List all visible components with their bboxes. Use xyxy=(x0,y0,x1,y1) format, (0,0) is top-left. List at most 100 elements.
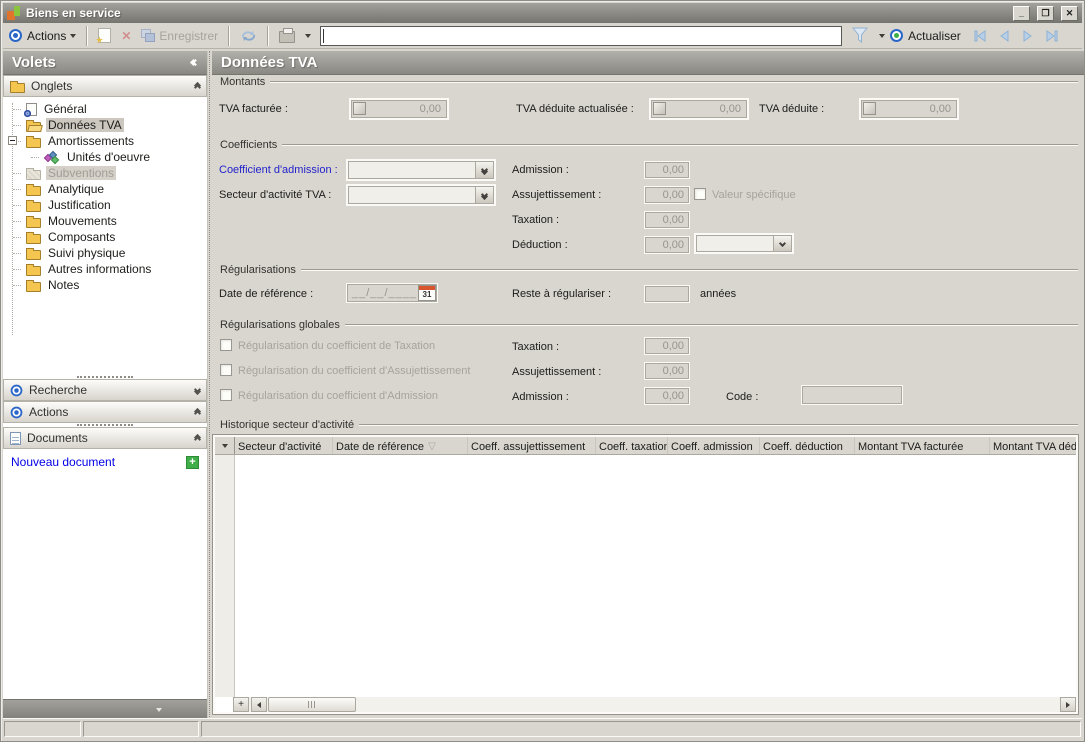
close-button[interactable]: ✕ xyxy=(1061,6,1078,21)
print-dropdown-button[interactable] xyxy=(300,32,316,40)
deduction-combobox[interactable] xyxy=(694,233,794,254)
triangle-right-icon xyxy=(1066,702,1070,708)
scrollbar-thumb[interactable] xyxy=(268,697,356,712)
print-button[interactable] xyxy=(274,26,300,45)
nouveau-document-link[interactable]: Nouveau document xyxy=(11,455,186,469)
sidebar-item-notes[interactable]: Notes xyxy=(3,277,207,293)
globales-taxation-field[interactable]: 0,00 xyxy=(644,337,690,355)
delete-button[interactable]: ✕ xyxy=(116,27,136,45)
actions-menu-button[interactable]: Actions xyxy=(22,27,81,45)
filter-dropdown-button[interactable] xyxy=(874,32,890,40)
coefficient-admission-link[interactable]: Coefficient d'admission : xyxy=(219,164,338,176)
actualiser-button[interactable]: Actualiser xyxy=(903,27,966,45)
nav-previous-button[interactable] xyxy=(994,27,1014,45)
tree-collapse-toggle[interactable] xyxy=(8,136,17,145)
column-header[interactable]: Secteur d'activité xyxy=(235,437,333,454)
amount-button-icon[interactable] xyxy=(863,102,876,115)
recherche-section-header[interactable]: Recherche xyxy=(3,379,207,401)
date-reference-field[interactable]: __/__/____ 31 xyxy=(346,283,438,303)
sidebar-item-general[interactable]: Général xyxy=(3,101,207,117)
regularisation-admission-checkbox[interactable] xyxy=(220,389,232,401)
sidebar-item-composants[interactable]: Composants xyxy=(3,229,207,245)
tree-item-label: Unités d'oeuvre xyxy=(65,150,152,164)
calendar-icon[interactable]: 31 xyxy=(418,285,436,301)
globales-taxation-value: 0,00 xyxy=(645,338,689,354)
globales-taxation-label: Taxation : xyxy=(512,341,559,353)
save-button[interactable]: Enregistrer xyxy=(136,27,223,45)
regularisation-assujettissement-checkbox[interactable] xyxy=(220,364,232,376)
collapse-sidebar-button[interactable] xyxy=(191,60,198,65)
coefficient-admission-combobox[interactable] xyxy=(346,159,496,181)
column-header[interactable]: Coeff. taxation xyxy=(596,437,668,454)
combobox-value xyxy=(349,187,475,203)
nav-next-button[interactable] xyxy=(1018,27,1038,45)
new-document-button[interactable] xyxy=(93,26,116,45)
scroll-left-button[interactable] xyxy=(251,697,267,712)
code-field[interactable] xyxy=(801,385,903,405)
sidebar-bottom-bar[interactable] xyxy=(3,699,207,719)
sidebar-item-subventions[interactable]: Subventions xyxy=(3,165,207,181)
chevron-up-icon xyxy=(195,409,200,416)
valeur-specifique-checkbox[interactable] xyxy=(694,188,706,200)
globales-admission-field[interactable]: 0,00 xyxy=(644,387,690,405)
chevron-down-icon xyxy=(156,708,162,712)
grid-indicator-button[interactable] xyxy=(215,437,235,454)
scrollbar-track[interactable] xyxy=(356,697,1060,712)
deduction-field[interactable]: 0,00 xyxy=(644,236,690,254)
onglets-tree: Général Données TVA Amortissements Unité… xyxy=(3,97,207,375)
sidebar-item-autres-informations[interactable]: Autres informations xyxy=(3,261,207,277)
nav-last-button[interactable] xyxy=(1042,27,1062,45)
sidebar-item-unites-doeuvre[interactable]: Unités d'oeuvre xyxy=(3,149,207,165)
tva-deduite-field[interactable]: 0,00 xyxy=(859,98,959,120)
coefficients-group-legend: Coefficients xyxy=(220,139,1078,151)
column-label: Coeff. assujettissement xyxy=(471,441,585,453)
combobox-dropdown-button[interactable] xyxy=(475,162,493,178)
column-header[interactable]: Coeff. admission xyxy=(668,437,760,454)
reste-a-regulariser-field[interactable] xyxy=(644,285,690,303)
add-document-button[interactable]: + xyxy=(186,456,199,469)
search-input[interactable] xyxy=(320,26,842,46)
application-window: Biens en service _ ❐ ✕ Actions ✕ Enregis… xyxy=(0,0,1085,742)
amount-button-icon[interactable] xyxy=(353,102,366,115)
sidebar-item-amortissements[interactable]: Amortissements xyxy=(3,133,207,149)
amount-button-icon[interactable] xyxy=(653,102,666,115)
assujettissement-field[interactable]: 0,00 xyxy=(644,186,690,204)
documents-section-header[interactable]: Documents xyxy=(3,427,207,449)
filter-button[interactable] xyxy=(846,25,874,46)
sidebar-item-justification[interactable]: Justification xyxy=(3,197,207,213)
column-header[interactable]: Coeff. assujettissement xyxy=(468,437,596,454)
column-header[interactable]: Montant TVA déd xyxy=(990,437,1076,454)
minimize-button[interactable]: _ xyxy=(1013,6,1030,21)
column-header[interactable]: Montant TVA facturée xyxy=(855,437,990,454)
sidebar-item-analytique[interactable]: Analytique xyxy=(3,181,207,197)
combobox-dropdown-button[interactable] xyxy=(475,187,493,203)
column-header[interactable]: Date de référence ▽ xyxy=(333,437,468,454)
refresh-button[interactable] xyxy=(235,27,262,45)
onglets-label: Onglets xyxy=(31,79,72,93)
sidebar-item-mouvements[interactable]: Mouvements xyxy=(3,213,207,229)
actions-section-header[interactable]: Actions xyxy=(3,401,207,423)
onglets-section-header[interactable]: Onglets xyxy=(3,75,207,97)
grid-body[interactable] xyxy=(215,455,1076,697)
taxation-field[interactable]: 0,00 xyxy=(644,211,690,229)
scroll-right-button[interactable] xyxy=(1060,697,1076,712)
sidebar-item-donnees-tva[interactable]: Données TVA xyxy=(3,117,207,133)
tva-deduite-actualisee-field[interactable]: 0,00 xyxy=(649,98,749,120)
combobox-dropdown-button[interactable] xyxy=(773,236,791,251)
nav-first-button[interactable] xyxy=(970,27,990,45)
tree-item-label: Général xyxy=(42,102,89,116)
tva-facturee-field[interactable]: 0,00 xyxy=(349,98,449,120)
sidebar-item-suivi-physique[interactable]: Suivi physique xyxy=(3,245,207,261)
deduction-label: Déduction : xyxy=(512,239,568,251)
globales-assujettissement-field[interactable]: 0,00 xyxy=(644,362,690,380)
grid-plus-button[interactable]: + xyxy=(233,697,249,712)
main-panel: Données TVA Montants TVA facturée : 0,00… xyxy=(212,51,1084,719)
regularisation-taxation-checkbox[interactable] xyxy=(220,339,232,351)
column-header[interactable]: Coeff. déduction xyxy=(760,437,855,454)
actions-icon xyxy=(11,406,23,418)
admission-field[interactable]: 0,00 xyxy=(644,161,690,179)
secteur-activite-tva-combobox[interactable] xyxy=(346,184,496,206)
triangle-left-icon xyxy=(257,702,261,708)
maximize-button[interactable]: ❐ xyxy=(1037,6,1054,21)
reste-value xyxy=(645,286,689,302)
